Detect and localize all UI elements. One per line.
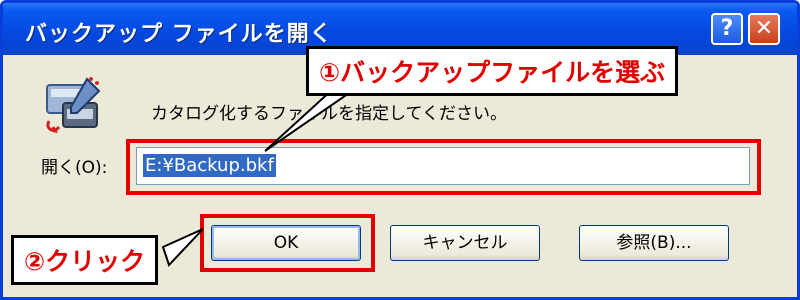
open-backup-file-dialog: バックアップ ファイルを開く ? ✕ カタログ化するファイルを指定してください。… xyxy=(0,0,800,300)
file-field-highlight xyxy=(126,139,761,195)
browse-button[interactable]: 参照(B)... xyxy=(579,225,729,261)
step2-callout: ②クリック xyxy=(11,235,159,285)
help-icon: ? xyxy=(720,16,734,41)
close-icon: ✕ xyxy=(754,16,774,41)
cancel-button[interactable]: キャンセル xyxy=(390,225,540,261)
ok-button-highlight xyxy=(200,214,375,272)
instruction-text: カタログ化するファイルを指定してください。 xyxy=(151,104,507,124)
backup-catalog-icon xyxy=(46,77,101,134)
step1-callout: ①バックアップファイルを選ぶ xyxy=(306,46,679,96)
close-button[interactable]: ✕ xyxy=(748,13,780,45)
window-title: バックアップ ファイルを開く xyxy=(25,22,333,47)
open-field-label: 開く(O): xyxy=(41,158,108,178)
help-button[interactable]: ? xyxy=(711,13,743,45)
